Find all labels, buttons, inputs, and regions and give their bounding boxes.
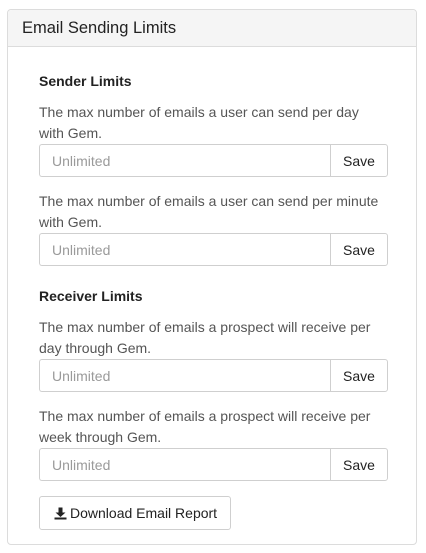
download-icon: [54, 507, 67, 520]
panel-header: Email Sending Limits: [8, 10, 416, 47]
receiver-per-day-description: The max number of emails a prospect will…: [39, 319, 371, 356]
download-email-report-button[interactable]: Download Email Report: [39, 496, 232, 530]
sender-per-day-save-button[interactable]: Save: [330, 144, 388, 177]
sender-per-minute-input[interactable]: [39, 233, 330, 266]
receiver-per-day-input-group: Save: [39, 359, 388, 392]
panel-title: Email Sending Limits: [22, 18, 177, 37]
receiver-per-week-input[interactable]: [39, 448, 330, 481]
sender-per-minute-input-group: Save: [39, 233, 388, 266]
receiver-limits-heading: Receiver Limits: [39, 288, 143, 304]
sender-per-minute-save-button[interactable]: Save: [330, 233, 388, 266]
sender-per-day-description: The max number of emails a user can send…: [39, 104, 359, 141]
sender-per-day-input-group: Save: [39, 144, 388, 177]
receiver-per-day-save-button[interactable]: Save: [330, 359, 388, 392]
sender-limits-heading: Sender Limits: [39, 73, 132, 89]
receiver-per-day-input[interactable]: [39, 359, 330, 392]
receiver-per-week-description: The max number of emails a prospect will…: [39, 408, 371, 445]
receiver-per-week-save-button[interactable]: Save: [330, 448, 388, 481]
receiver-per-week-input-group: Save: [39, 448, 388, 481]
sender-per-minute-description: The max number of emails a user can send…: [39, 193, 379, 230]
email-sending-limits-panel: Email Sending Limits Sender Limits The m…: [7, 9, 417, 545]
download-email-report-label: Download Email Report: [70, 505, 218, 521]
sender-per-day-input[interactable]: [39, 144, 330, 177]
